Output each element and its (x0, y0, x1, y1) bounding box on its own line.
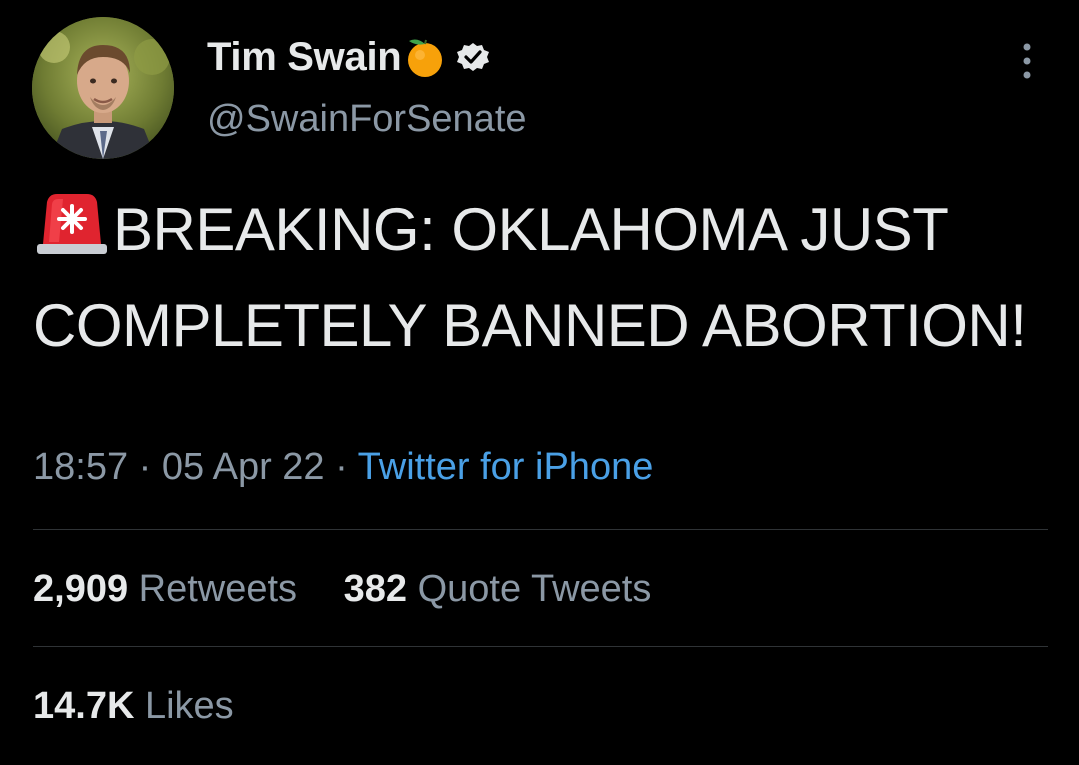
quote-tweets-stat[interactable]: 382 Quote Tweets (344, 568, 652, 610)
avatar[interactable] (32, 17, 174, 159)
author-handle[interactable]: @SwainForSenate (207, 98, 527, 141)
engagement-stats: 2,909 Retweets 382 Quote Tweets (33, 568, 687, 611)
retweets-stat[interactable]: 2,909 Retweets (33, 568, 308, 610)
tweet-text: BREAKING: OKLAHOMA JUST COMPLETELY BANNE… (33, 185, 1043, 371)
likes-count: 14.7K (33, 685, 135, 727)
author-name-row[interactable]: Tim Swain (207, 32, 491, 82)
orange-emoji-icon (403, 35, 447, 79)
quote-tweets-label: Quote Tweets (417, 568, 652, 610)
display-name[interactable]: Tim Swain (207, 35, 402, 80)
police-siren-icon (33, 191, 111, 281)
likes-stat[interactable]: 14.7K Likes (33, 685, 234, 727)
tweet-date[interactable]: 05 Apr 22 (162, 446, 325, 488)
likes-row: 14.7K Likes (33, 685, 270, 728)
meta-separator: · (138, 446, 152, 488)
divider (33, 646, 1048, 647)
more-options-icon[interactable] (1012, 40, 1042, 82)
tweet-body: BREAKING: OKLAHOMA JUST COMPLETELY BANNE… (33, 196, 1027, 359)
verified-badge-icon (455, 39, 491, 75)
retweets-label: Retweets (138, 568, 298, 610)
tweet-detail: Tim Swain @SwainForSenate BREAKING: OKLA… (0, 0, 1079, 765)
likes-label: Likes (144, 685, 234, 727)
quote-tweets-count: 382 (343, 568, 408, 610)
meta-separator: · (335, 446, 348, 488)
tweet-source-link[interactable]: Twitter for iPhone (358, 446, 654, 488)
retweets-count: 2,909 (33, 568, 129, 610)
tweet-meta: 18:57 · 05 Apr 22 · Twitter for iPhone (33, 446, 653, 489)
tweet-time[interactable]: 18:57 (33, 446, 128, 488)
divider (33, 529, 1048, 530)
